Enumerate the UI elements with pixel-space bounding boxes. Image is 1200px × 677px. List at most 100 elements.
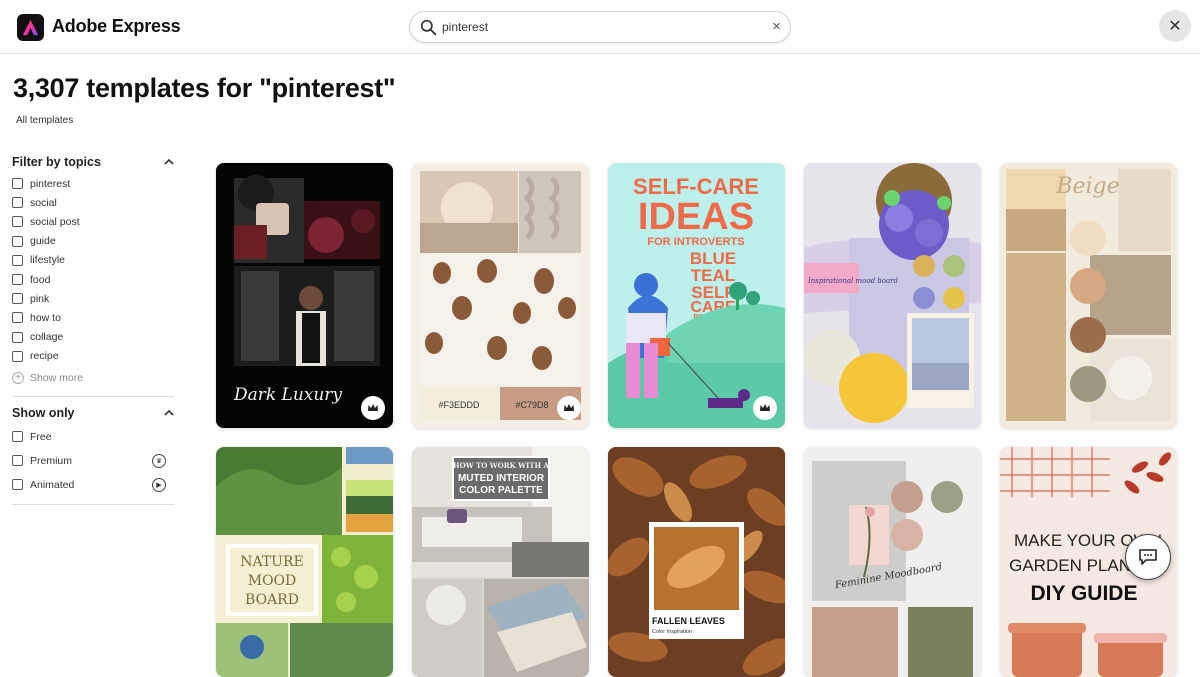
- page-title: 3,307 templates for "pinterest": [13, 73, 396, 103]
- fallen-leaves-thumbnail: FALLEN LEAVES Color Inspiration: [608, 447, 785, 677]
- chevron-up-icon[interactable]: [164, 157, 174, 167]
- checkbox[interactable]: [12, 274, 23, 286]
- template-card-winter-palette[interactable]: #F3EDDD #C79D8: [412, 163, 589, 428]
- checkbox[interactable]: [12, 254, 23, 266]
- card-text: Inspirational mood board: [807, 277, 899, 285]
- topic-filter-guide[interactable]: guide: [12, 232, 174, 251]
- topic-label: recipe: [30, 350, 59, 363]
- checkbox[interactable]: [12, 312, 23, 324]
- checkbox[interactable]: [12, 479, 23, 491]
- topic-filter-lifestyle[interactable]: lifestyle: [12, 251, 174, 270]
- swatch-a-label: #F3EDDD: [438, 400, 480, 410]
- checkbox[interactable]: [12, 431, 23, 443]
- template-card-dark-luxury[interactable]: Dark Luxury: [216, 163, 393, 428]
- topic-filter-social[interactable]: social: [12, 193, 174, 212]
- divider: [12, 503, 174, 505]
- chat-button[interactable]: [1125, 534, 1171, 580]
- winter-palette-thumbnail: #F3EDDD #C79D8: [412, 163, 589, 428]
- template-card-muted-interior[interactable]: HOW TO WORK WITH A MUTED INTERIOR COLOR …: [412, 447, 589, 677]
- filter-topics-title: Filter by topics: [12, 155, 101, 169]
- card-text: FALLEN LEAVES: [652, 616, 725, 626]
- checkbox[interactable]: [12, 197, 23, 209]
- crown-icon: [760, 404, 770, 411]
- show-only-animated[interactable]: Animated ▶: [12, 473, 174, 497]
- topic-label: pink: [30, 292, 50, 305]
- crown-icon: [564, 404, 574, 411]
- card-text: IDEAS: [638, 196, 754, 238]
- card-text: MOOD: [248, 573, 297, 589]
- card-text: FOR INTROVERTS: [647, 236, 744, 248]
- animated-label: Animated: [30, 478, 75, 491]
- template-card-self-care-ideas[interactable]: SELF-CARE IDEAS FOR INTROVERTS BLUE TEAL…: [608, 163, 785, 428]
- breadcrumb-all-templates[interactable]: All templates: [16, 115, 73, 126]
- premium-crown-badge: [753, 396, 777, 420]
- card-text: BOARD: [245, 592, 299, 608]
- top-bar: Adobe Express × ✕: [0, 0, 1200, 54]
- show-only-premium[interactable]: Premium ♛: [12, 449, 174, 473]
- adobe-express-logo[interactable]: [17, 14, 44, 41]
- checkbox[interactable]: [12, 455, 23, 467]
- topic-filter-pink[interactable]: pink: [12, 289, 174, 308]
- premium-crown-badge: [361, 396, 385, 420]
- interior-thumbnail: HOW TO WORK WITH A MUTED INTERIOR COLOR …: [412, 447, 589, 677]
- template-card-beige[interactable]: Beige: [1000, 163, 1177, 428]
- topic-filter-social-post[interactable]: social post: [12, 212, 174, 231]
- brand-name[interactable]: Adobe Express: [52, 16, 181, 37]
- beige-thumbnail: Beige: [1000, 163, 1177, 428]
- template-card-inspirational-mood-board[interactable]: Inspirational mood board: [804, 163, 981, 428]
- self-care-thumbnail: SELF-CARE IDEAS FOR INTROVERTS BLUE TEAL…: [608, 163, 785, 428]
- search-input[interactable]: [442, 16, 762, 38]
- checkbox[interactable]: [12, 235, 23, 247]
- topic-label: collage: [30, 331, 64, 344]
- topic-filter-recipe[interactable]: recipe: [12, 347, 174, 366]
- topic-filter-food[interactable]: food: [12, 270, 174, 289]
- close-button[interactable]: ✕: [1159, 10, 1191, 42]
- mood-board-thumbnail: Inspirational mood board: [804, 163, 981, 428]
- checkbox[interactable]: [12, 178, 23, 190]
- template-card-nature-mood-board[interactable]: NATURE MOOD BOARD: [216, 447, 393, 677]
- chevron-up-icon[interactable]: [164, 408, 174, 418]
- adobe-a-icon: [22, 19, 39, 36]
- divider: [12, 395, 174, 397]
- search-icon: [420, 19, 437, 36]
- topic-label: social: [30, 196, 57, 209]
- topic-label: social post: [30, 215, 80, 228]
- checkbox[interactable]: [12, 216, 23, 228]
- filter-topics-header[interactable]: Filter by topics: [12, 150, 174, 174]
- template-card-feminine-moodboard[interactable]: Feminine Moodboard: [804, 447, 981, 677]
- nature-mood-thumbnail: NATURE MOOD BOARD: [216, 447, 393, 677]
- topic-label: how to: [30, 311, 61, 324]
- card-text: NATURE: [240, 554, 304, 570]
- play-icon: ▶: [152, 477, 166, 492]
- card-text: DIY GUIDE: [1031, 582, 1138, 605]
- template-card-fallen-leaves[interactable]: FALLEN LEAVES Color Inspiration: [608, 447, 785, 677]
- show-only-title: Show only: [12, 405, 75, 420]
- show-only-header[interactable]: Show only: [12, 401, 174, 425]
- topic-filter-how-to[interactable]: how to: [12, 308, 174, 327]
- topic-label: lifestyle: [30, 254, 66, 267]
- topic-filter-pinterest[interactable]: pinterest: [12, 174, 174, 193]
- topic-label: food: [30, 273, 51, 286]
- topic-filter-collage[interactable]: collage: [12, 328, 174, 347]
- show-only-free[interactable]: Free: [12, 425, 174, 449]
- clear-search-icon[interactable]: ×: [772, 18, 781, 35]
- plus-icon: +: [12, 372, 24, 385]
- filter-sidebar: Filter by topics pinterest social social p…: [12, 150, 174, 509]
- feminine-moodboard-thumbnail: Feminine Moodboard: [804, 447, 981, 677]
- crown-icon: ♛: [152, 453, 166, 468]
- card-title: Dark Luxury: [233, 385, 342, 405]
- card-text: Color Inspiration: [652, 629, 692, 635]
- search-box[interactable]: ×: [409, 11, 791, 43]
- checkbox[interactable]: [12, 350, 23, 362]
- dark-luxury-thumbnail: Dark Luxury: [216, 163, 393, 428]
- topic-label: guide: [30, 235, 56, 248]
- chat-icon: [1139, 549, 1157, 565]
- card-text: COLOR PALETTE: [459, 485, 543, 496]
- show-more-button[interactable]: + Show more: [12, 368, 174, 389]
- premium-crown-badge: [557, 396, 581, 420]
- card-title: Beige: [1055, 174, 1119, 199]
- card-text: MUTED INTERIOR: [458, 473, 545, 484]
- checkbox[interactable]: [12, 331, 23, 343]
- checkbox[interactable]: [12, 293, 23, 305]
- premium-label: Premium: [30, 454, 73, 467]
